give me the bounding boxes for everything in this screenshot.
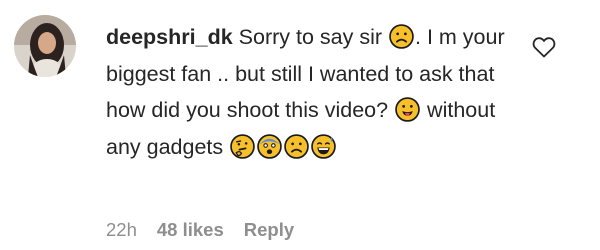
comment-meta: 22h 48 likes Reply xyxy=(106,219,294,241)
comment-text: deepshri_dk Sorry to say sir . I m your … xyxy=(106,19,524,165)
reply-button[interactable]: Reply xyxy=(244,219,294,241)
thinking-face-icon xyxy=(230,133,255,159)
comment: deepshri_dk Sorry to say sir . I m your … xyxy=(0,0,600,250)
face-with-tongue-icon xyxy=(395,97,420,122)
comment-text-part-1: Sorry to say sir xyxy=(238,25,383,49)
likes-count-button[interactable]: 48 likes xyxy=(157,219,224,241)
avatar-photo xyxy=(14,15,76,77)
frowning-face-icon xyxy=(284,133,309,159)
fearful-face-icon xyxy=(257,133,282,159)
avatar[interactable] xyxy=(14,15,76,77)
username-link[interactable]: deepshri_dk xyxy=(106,25,233,49)
like-heart-icon[interactable] xyxy=(532,36,556,58)
comment-timestamp: 22h xyxy=(106,219,137,240)
frowning-face-icon xyxy=(389,24,414,49)
comment-body: deepshri_dk Sorry to say sir . I m your … xyxy=(106,19,524,165)
grinning-sweat-face-icon xyxy=(311,133,336,159)
